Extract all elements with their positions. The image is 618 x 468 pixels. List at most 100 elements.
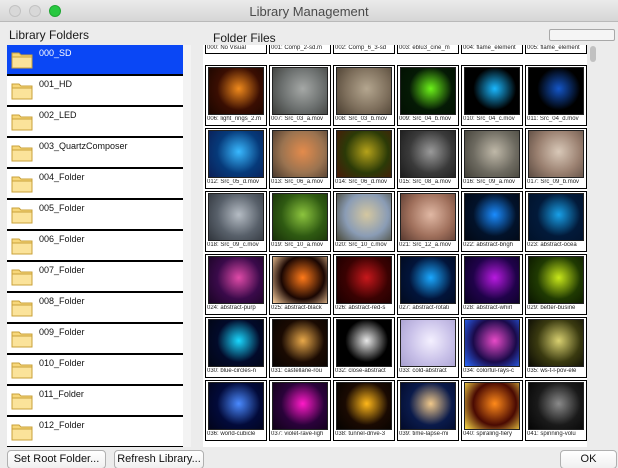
file-tile[interactable]: 027: abstract-rotati <box>397 254 459 315</box>
folder-row[interactable]: 002_LED <box>7 107 189 138</box>
file-tile[interactable]: 039: time-lapse-mi <box>397 380 459 441</box>
file-tile[interactable]: 024: abstract-purp <box>205 254 267 315</box>
file-tile[interactable]: 038: tunnel-drive-3 <box>333 380 395 441</box>
file-tile[interactable]: 029: better-busine <box>525 254 587 315</box>
file-caption: 010: Src_04_c.mov <box>462 116 522 122</box>
file-thumbnail <box>336 256 392 304</box>
folder-row[interactable]: 012_Folder <box>7 417 189 447</box>
file-tile[interactable]: 015: Src_08_a.mov <box>397 128 459 189</box>
set-root-folder-button[interactable]: Set Root Folder... <box>7 450 106 468</box>
file-caption: 021: Src_12_a.mov <box>398 242 458 248</box>
folder-icon <box>11 235 33 255</box>
folder-icon <box>11 80 33 100</box>
folder-row[interactable]: 008_Folder <box>7 293 189 324</box>
file-tile[interactable]: 030: blue-circles-n <box>205 317 267 378</box>
file-tile[interactable]: 002: Comp_6_3-sd <box>333 45 395 54</box>
folder-row[interactable]: 006_Folder <box>7 231 189 262</box>
file-tile[interactable]: 012: Src_05_d.mov <box>205 128 267 189</box>
library-folders-list[interactable]: 000_SD 001_HD 002_LED 003_QuartzComposer 004… <box>7 45 191 447</box>
file-thumbnail <box>464 130 520 178</box>
file-caption: 030: blue-circles-n <box>206 368 266 374</box>
file-tile[interactable]: 025: abstract-black <box>269 254 331 315</box>
file-tile[interactable]: 032: close-abstract <box>333 317 395 378</box>
folder-icon <box>11 359 33 379</box>
file-tile[interactable]: 018: Src_09_c.mov <box>205 191 267 252</box>
file-tile[interactable]: 022: abstract-brigh <box>461 191 523 252</box>
file-caption: 037: violet-rave-ligh <box>270 431 330 437</box>
file-caption: 022: abstract-brigh <box>462 242 522 248</box>
file-tile[interactable]: 006: light_rings_2.m <box>205 65 267 126</box>
file-tile[interactable]: 023: abstract-ocea <box>525 191 587 252</box>
file-caption: 024: abstract-purp <box>206 305 266 311</box>
file-tile[interactable]: 040: spiraling-fiery <box>461 380 523 441</box>
file-tile[interactable]: 028: abstract-whirl <box>461 254 523 315</box>
folder-files-grid[interactable]: 000: No Visual 001: Comp_2-sd.m 002: Comp_… <box>203 45 587 447</box>
file-tile[interactable]: 041: spinning-volu <box>525 380 587 441</box>
file-caption: 032: close-abstract <box>334 368 394 374</box>
folder-name: 012_Folder <box>39 420 85 430</box>
file-thumbnail <box>400 256 456 304</box>
folders-scrollbar[interactable] <box>183 45 191 447</box>
file-thumbnail <box>464 193 520 241</box>
file-tile[interactable]: 035: ws-t-l-pov-ele <box>525 317 587 378</box>
file-tile[interactable]: 019: Src_10_a.mov <box>269 191 331 252</box>
folder-row[interactable]: 007_Folder <box>7 262 189 293</box>
refresh-library-button[interactable]: Refresh Library... <box>114 450 204 468</box>
file-thumbnail <box>272 67 328 115</box>
file-tile[interactable]: 004: flame_element <box>461 45 523 54</box>
folder-row[interactable]: 001_HD <box>7 76 189 107</box>
file-thumbnail <box>464 67 520 115</box>
folder-name: 001_HD <box>39 79 73 89</box>
file-tile[interactable]: 009: Src_04_b.mov <box>397 65 459 126</box>
file-tile[interactable]: 000: No Visual <box>205 45 267 54</box>
folder-name: 004_Folder <box>39 172 85 182</box>
folder-row[interactable]: 011_Folder <box>7 386 189 417</box>
folder-icon <box>11 266 33 286</box>
file-tile[interactable]: 021: Src_12_a.mov <box>397 191 459 252</box>
folder-row[interactable]: 000_SD <box>7 45 189 76</box>
folder-row[interactable]: 005_Folder <box>7 200 189 231</box>
file-caption: 036: world-cubicle <box>206 431 266 437</box>
file-tile[interactable]: 016: Src_09_a.mov <box>461 128 523 189</box>
ok-button[interactable]: OK <box>560 450 617 468</box>
file-caption: 008: Src_03_b.mov <box>334 116 394 122</box>
file-caption: 040: spiraling-fiery <box>462 431 522 437</box>
folder-row[interactable]: 004_Folder <box>7 169 189 200</box>
file-tile[interactable]: 007: Src_03_a.mov <box>269 65 331 126</box>
file-tile[interactable]: 003: eblu3_cine_m <box>397 45 459 54</box>
file-tile[interactable]: 033: cold-abstract <box>397 317 459 378</box>
file-tile[interactable]: 008: Src_03_b.mov <box>333 65 395 126</box>
file-tile[interactable]: 026: abstract-red-s <box>333 254 395 315</box>
file-tile[interactable]: 031: castellane-rou <box>269 317 331 378</box>
file-tile[interactable]: 036: world-cubicle <box>205 380 267 441</box>
folder-row[interactable]: 009_Folder <box>7 324 189 355</box>
file-thumbnail <box>336 67 392 115</box>
file-caption: 011: Src_04_d.mov <box>526 116 586 122</box>
files-scroll-thumb[interactable] <box>590 46 596 62</box>
folder-row[interactable]: 010_Folder <box>7 355 189 386</box>
file-tile[interactable]: 037: violet-rave-ligh <box>269 380 331 441</box>
file-caption: 028: abstract-whirl <box>462 305 522 311</box>
file-tile[interactable]: 013: Src_06_a.mov <box>269 128 331 189</box>
file-caption: 002: Comp_6_3-sd <box>334 45 394 51</box>
folder-name: 006_Folder <box>39 234 85 244</box>
folder-icon <box>11 173 33 193</box>
file-caption: 031: castellane-rou <box>270 368 330 374</box>
file-tile[interactable]: 005: flame_element <box>525 45 587 54</box>
file-tile[interactable]: 010: Src_04_c.mov <box>461 65 523 126</box>
progress-bar <box>549 29 615 41</box>
files-scrollbar[interactable] <box>587 45 602 447</box>
folder-row[interactable]: 003_QuartzComposer <box>7 138 189 169</box>
file-thumbnail <box>208 67 264 115</box>
file-tile[interactable]: 011: Src_04_d.mov <box>525 65 587 126</box>
file-caption: 012: Src_05_d.mov <box>206 179 266 185</box>
title-bar: Library Management <box>0 0 618 22</box>
file-tile[interactable]: 017: Src_09_b.mov <box>525 128 587 189</box>
file-tile[interactable]: 001: Comp_2-sd.m <box>269 45 331 54</box>
file-tile[interactable]: 034: colorful-rays-c <box>461 317 523 378</box>
file-tile[interactable]: 014: Src_06_d.mov <box>333 128 395 189</box>
file-thumbnail <box>400 67 456 115</box>
file-caption: 033: cold-abstract <box>398 368 458 374</box>
file-caption: 017: Src_09_b.mov <box>526 179 586 185</box>
file-tile[interactable]: 020: Src_10_c.mov <box>333 191 395 252</box>
